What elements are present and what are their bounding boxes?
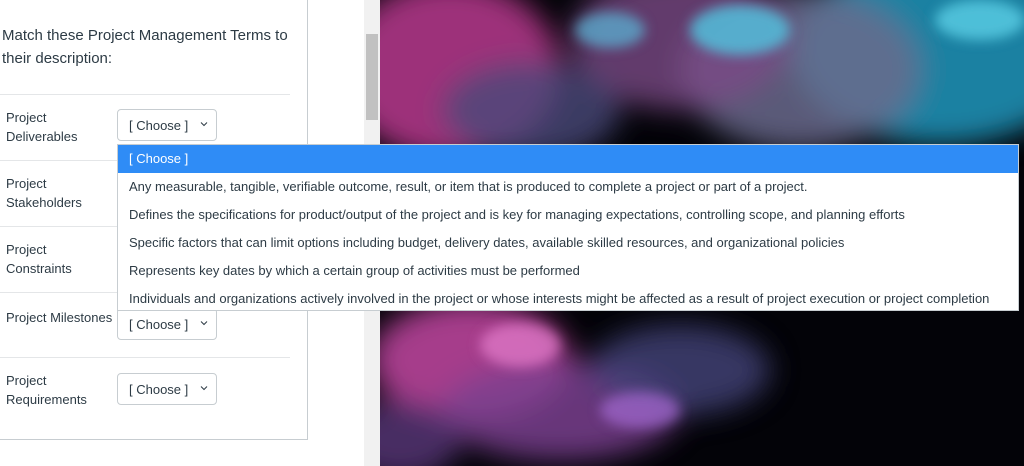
match-label: Project Requirements bbox=[6, 373, 87, 407]
dropdown-option[interactable]: Represents key dates by which a certain … bbox=[118, 257, 1018, 285]
dropdown-option[interactable]: Individuals and organizations actively i… bbox=[118, 285, 1018, 310]
option-label: Specific factors that can limit options … bbox=[129, 235, 845, 250]
dropdown-option[interactable]: Specific factors that can limit options … bbox=[118, 229, 1018, 257]
answer-select-deliverables[interactable]: [ Choose ] bbox=[117, 109, 217, 141]
answer-select-milestones[interactable]: [ Choose ] bbox=[117, 308, 217, 340]
chevron-down-icon bbox=[200, 386, 208, 391]
chevron-down-icon bbox=[200, 122, 208, 127]
dropdown-option[interactable]: Any measurable, tangible, verifiable out… bbox=[118, 173, 1018, 201]
select-value: [ Choose ] bbox=[129, 317, 189, 332]
option-label: Represents key dates by which a certain … bbox=[129, 263, 580, 278]
option-label: Defines the specifications for product/o… bbox=[129, 207, 905, 222]
select-value: [ Choose ] bbox=[129, 382, 189, 397]
match-label: Project Deliverables bbox=[6, 110, 78, 144]
select-value: [ Choose ] bbox=[129, 118, 189, 133]
option-label: [ Choose ] bbox=[129, 151, 189, 166]
match-label: Project Milestones bbox=[6, 310, 113, 325]
match-label: Project Constraints bbox=[6, 242, 72, 276]
option-label: Individuals and organizations actively i… bbox=[129, 291, 990, 306]
scrollbar-thumb[interactable] bbox=[366, 34, 378, 120]
match-label: Project Stakeholders bbox=[6, 176, 82, 210]
answer-select-requirements[interactable]: [ Choose ] bbox=[117, 373, 217, 405]
dropdown-option[interactable]: Defines the specifications for product/o… bbox=[118, 201, 1018, 229]
dropdown-option-choose[interactable]: [ Choose ] bbox=[118, 145, 1018, 173]
answer-dropdown-menu: [ Choose ] Any measurable, tangible, ver… bbox=[117, 144, 1019, 311]
chevron-down-icon bbox=[200, 321, 208, 326]
question-text: Match these Project Management Terms to … bbox=[2, 27, 288, 67]
option-label: Any measurable, tangible, verifiable out… bbox=[129, 179, 808, 194]
match-row-requirements: Project Requirements [ Choose ] bbox=[0, 357, 290, 423]
